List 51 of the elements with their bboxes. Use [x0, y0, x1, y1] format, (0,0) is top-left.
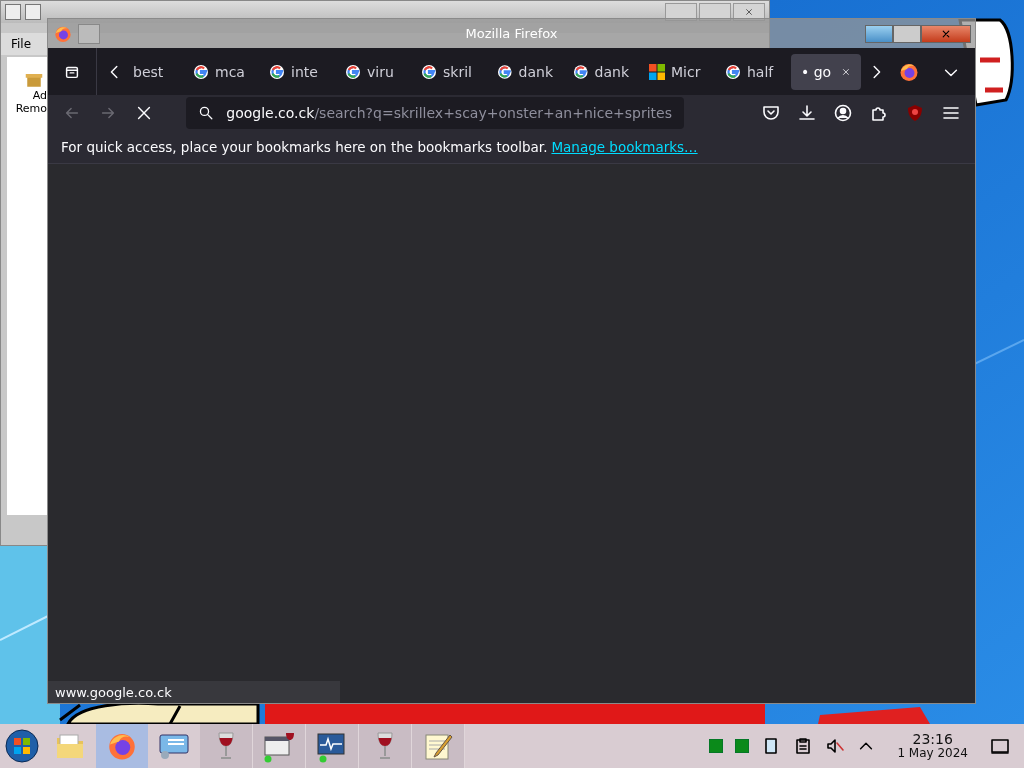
window-menu-icon[interactable]	[5, 4, 21, 20]
shield-icon[interactable]	[905, 103, 925, 123]
maximize-button[interactable]	[893, 24, 921, 43]
monitor-icon[interactable]	[158, 732, 190, 760]
pocket-icon[interactable]	[761, 103, 781, 123]
close-icon[interactable]	[135, 104, 153, 122]
browser-tab[interactable]: dank	[487, 53, 563, 90]
google-icon	[269, 63, 285, 80]
menu-item[interactable]: File	[11, 37, 32, 51]
close-icon	[743, 6, 755, 18]
notepad-icon[interactable]	[422, 731, 454, 761]
browser-tab[interactable]: inte	[259, 53, 335, 90]
package-icon[interactable]	[25, 71, 43, 89]
google-icon	[573, 63, 589, 80]
tray-app-icon[interactable]	[709, 739, 724, 753]
window-title: Mozilla Firefox	[465, 26, 558, 41]
tray-app-icon[interactable]	[735, 739, 750, 753]
google-icon	[421, 63, 437, 80]
browser-tab[interactable]: viru	[335, 53, 411, 90]
muted-speaker-icon[interactable]	[825, 736, 846, 756]
browser-tab[interactable]: skril	[411, 53, 487, 90]
google-icon	[345, 63, 361, 80]
four-squares-icon	[649, 63, 665, 80]
status-url: www.google.co.ck	[48, 681, 340, 703]
account-icon[interactable]	[833, 103, 853, 123]
minimize-button[interactable]	[865, 24, 893, 43]
browser-tab[interactable]: mca	[183, 53, 259, 90]
browser-tab[interactable]: • go	[791, 53, 861, 90]
google-icon	[193, 63, 209, 80]
manage-bookmarks-link[interactable]: Manage bookmarks…	[551, 139, 698, 155]
tool-label: Ad	[32, 89, 47, 102]
search-icon	[198, 104, 215, 122]
browser-tab[interactable]: Micr	[639, 53, 715, 90]
show-desktop-icon[interactable]	[990, 736, 1010, 756]
close-button[interactable]	[921, 24, 971, 43]
browser-tab[interactable]: dank	[563, 53, 639, 90]
download-icon[interactable]	[797, 103, 817, 123]
bookmarks-hint: For quick access, place your bookmarks here on the bookmarks toolbar.	[61, 139, 548, 155]
wine-glass-icon[interactable]	[216, 731, 236, 761]
firefox-icon	[107, 731, 137, 761]
start-orb-icon[interactable]	[5, 729, 39, 763]
google-icon	[725, 63, 741, 80]
address-bar[interactable]: google.co.ck/search?q=skrillex+scay+onster+an+nice+sprites	[186, 97, 684, 129]
browser-tab[interactable]: half	[715, 53, 791, 90]
browser-tab[interactable]: best	[127, 53, 183, 90]
tool-label: Remo	[15, 102, 47, 115]
google-icon	[497, 63, 513, 80]
firefox-icon	[54, 24, 72, 43]
firefox-icon	[899, 61, 919, 82]
clock[interactable]: 23:16 1 May 2024	[887, 732, 978, 760]
wine-glass-icon[interactable]	[375, 731, 395, 761]
